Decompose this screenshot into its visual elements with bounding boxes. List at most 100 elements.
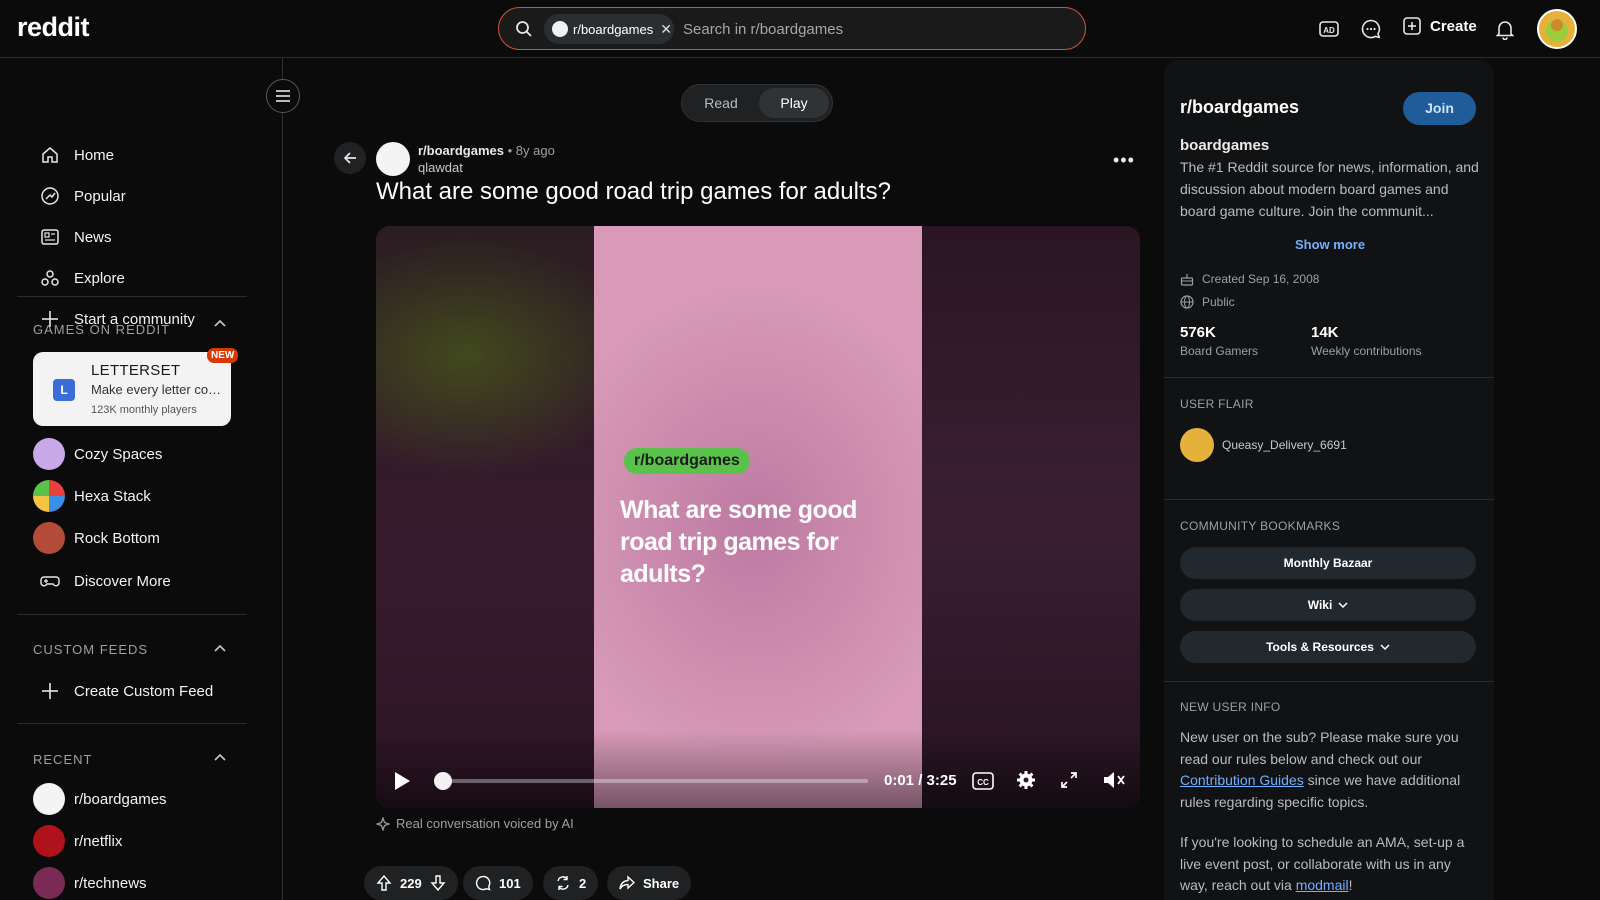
- new-user-text: New user on the sub? Please make sure yo…: [1180, 729, 1459, 767]
- ai-note-text: Real conversation voiced by AI: [396, 816, 574, 831]
- tab-read[interactable]: Read: [686, 88, 756, 118]
- more-options-icon[interactable]: •••: [1113, 150, 1135, 171]
- news-icon: [40, 227, 60, 247]
- modmail-link[interactable]: modmail: [1296, 877, 1349, 893]
- community-title[interactable]: r/boardgames: [1180, 97, 1299, 118]
- user-avatar[interactable]: [1537, 9, 1577, 49]
- share-label: Share: [643, 875, 680, 891]
- flair-username[interactable]: Queasy_Delivery_6691: [1222, 438, 1347, 452]
- recent-label: r/technews: [74, 874, 147, 892]
- recent-netflix[interactable]: r/netflix: [33, 825, 122, 857]
- search-input[interactable]: [683, 18, 1063, 40]
- video-controls-shade: [376, 730, 1140, 808]
- home-icon: [40, 145, 60, 165]
- explore-icon: [40, 268, 60, 288]
- nav-explore[interactable]: Explore: [40, 266, 125, 290]
- chevron-down-icon: [1338, 600, 1348, 610]
- tab-play[interactable]: Play: [759, 88, 829, 118]
- nav-popular[interactable]: Popular: [40, 184, 126, 208]
- technews-avatar: [33, 867, 65, 899]
- fullscreen-icon[interactable]: [1060, 771, 1078, 789]
- crosspost-button[interactable]: 2: [543, 866, 599, 900]
- community-description: The #1 Reddit source for news, informati…: [1180, 159, 1479, 219]
- reddit-logo[interactable]: reddit: [17, 12, 90, 43]
- games-section-title[interactable]: GAMES ON REDDIT: [33, 322, 170, 337]
- notification-icon[interactable]: [1494, 18, 1516, 40]
- crosspost-icon: [555, 875, 571, 891]
- recent-technews[interactable]: r/technews: [33, 867, 147, 899]
- bookmark-tools-resources[interactable]: Tools & Resources: [1180, 631, 1476, 663]
- arrow-left-icon: [342, 150, 358, 166]
- letterset-logo: L: [53, 379, 75, 401]
- post-author[interactable]: qlawdat: [418, 160, 463, 175]
- mute-icon[interactable]: [1102, 770, 1126, 790]
- vote-count: 229: [400, 875, 422, 891]
- chevron-down-icon: [1380, 642, 1390, 652]
- plus-icon: [40, 681, 60, 701]
- video-progress-bar[interactable]: [441, 779, 868, 783]
- ad-icon[interactable]: AD: [1318, 18, 1340, 40]
- close-icon[interactable]: ✕: [660, 21, 672, 38]
- new-user-paragraph-1: New user on the sub? Please make sure yo…: [1180, 727, 1480, 813]
- post-subreddit[interactable]: r/boardgames: [418, 143, 504, 158]
- sparkle-icon: [376, 816, 390, 831]
- recent-title[interactable]: RECENT: [33, 752, 92, 767]
- comments-button[interactable]: 101: [463, 866, 533, 900]
- chevron-up-icon[interactable]: [213, 642, 227, 656]
- discover-more[interactable]: Discover More: [40, 569, 171, 593]
- post-title: What are some good road trip games for a…: [376, 178, 891, 205]
- nav-home-label: Home: [74, 146, 115, 164]
- create-label: Create: [1430, 17, 1477, 35]
- contribution-guides-link[interactable]: Contribution Guides: [1180, 772, 1304, 788]
- chevron-up-icon[interactable]: [213, 751, 227, 765]
- cozy-spaces-icon: [33, 438, 65, 470]
- settings-gear-icon[interactable]: [1016, 770, 1036, 790]
- chevron-up-icon[interactable]: [213, 317, 227, 331]
- svg-text:AD: AD: [1323, 26, 1335, 35]
- chat-icon[interactable]: [1360, 18, 1382, 40]
- captions-icon[interactable]: CC: [972, 772, 994, 790]
- subreddit-avatar[interactable]: [376, 142, 410, 176]
- create-button[interactable]: Create: [1402, 16, 1477, 36]
- back-button[interactable]: [334, 142, 366, 174]
- game-hexa-stack[interactable]: Hexa Stack: [33, 480, 151, 512]
- upvote-icon[interactable]: [376, 875, 392, 891]
- nav-home[interactable]: Home: [40, 143, 114, 167]
- play-icon[interactable]: [393, 771, 411, 791]
- video-subreddit-tag: r/boardgames: [624, 448, 750, 474]
- contributions-label: Weekly contributions: [1311, 344, 1422, 358]
- community-visibility: Public: [1180, 295, 1235, 309]
- comment-icon: [475, 875, 491, 891]
- video-time: 0:01 / 3:25: [884, 772, 957, 789]
- featured-game-description: Make every letter count: [91, 382, 223, 397]
- search-bar[interactable]: r/boardgames ✕: [498, 7, 1086, 50]
- game-rock-bottom[interactable]: Rock Bottom: [33, 522, 160, 554]
- new-user-title: NEW USER INFO: [1180, 700, 1281, 714]
- search-scope-chip[interactable]: r/boardgames ✕: [544, 14, 674, 44]
- recent-boardgames[interactable]: r/boardgames: [33, 783, 167, 815]
- bookmarks-title: COMMUNITY BOOKMARKS: [1180, 519, 1341, 533]
- ai-voiced-note: Real conversation voiced by AI: [376, 816, 574, 831]
- create-custom-feed[interactable]: Create Custom Feed: [40, 679, 213, 703]
- create-custom-feed-label: Create Custom Feed: [74, 682, 214, 700]
- subreddit-avatar: [552, 21, 568, 37]
- video-progress-handle[interactable]: [434, 772, 453, 790]
- nav-popular-label: Popular: [74, 187, 126, 205]
- bookmark-monthly-bazaar[interactable]: Monthly Bazaar: [1180, 547, 1476, 579]
- show-more-link[interactable]: Show more: [1295, 237, 1365, 252]
- visibility-text: Public: [1202, 295, 1235, 309]
- featured-game-name: LETTERSET: [91, 362, 181, 379]
- read-play-toggle: Read Play: [681, 84, 833, 122]
- share-button[interactable]: Share: [607, 866, 692, 900]
- game-cozy-spaces[interactable]: Cozy Spaces: [33, 438, 162, 470]
- sidebar-toggle-button[interactable]: [266, 79, 300, 113]
- downvote-icon[interactable]: [430, 875, 446, 891]
- bookmark-wiki[interactable]: Wiki: [1180, 589, 1476, 621]
- bookmark-label: Tools & Resources: [1266, 640, 1374, 654]
- join-button[interactable]: Join: [1403, 92, 1476, 125]
- video-blur-left: [376, 226, 594, 808]
- featured-game-card[interactable]: L LETTERSET Make every letter count 123K…: [33, 352, 231, 426]
- nav-news[interactable]: News: [40, 225, 112, 249]
- custom-feeds-title[interactable]: CUSTOM FEEDS: [33, 642, 148, 657]
- globe-icon: [1180, 295, 1194, 309]
